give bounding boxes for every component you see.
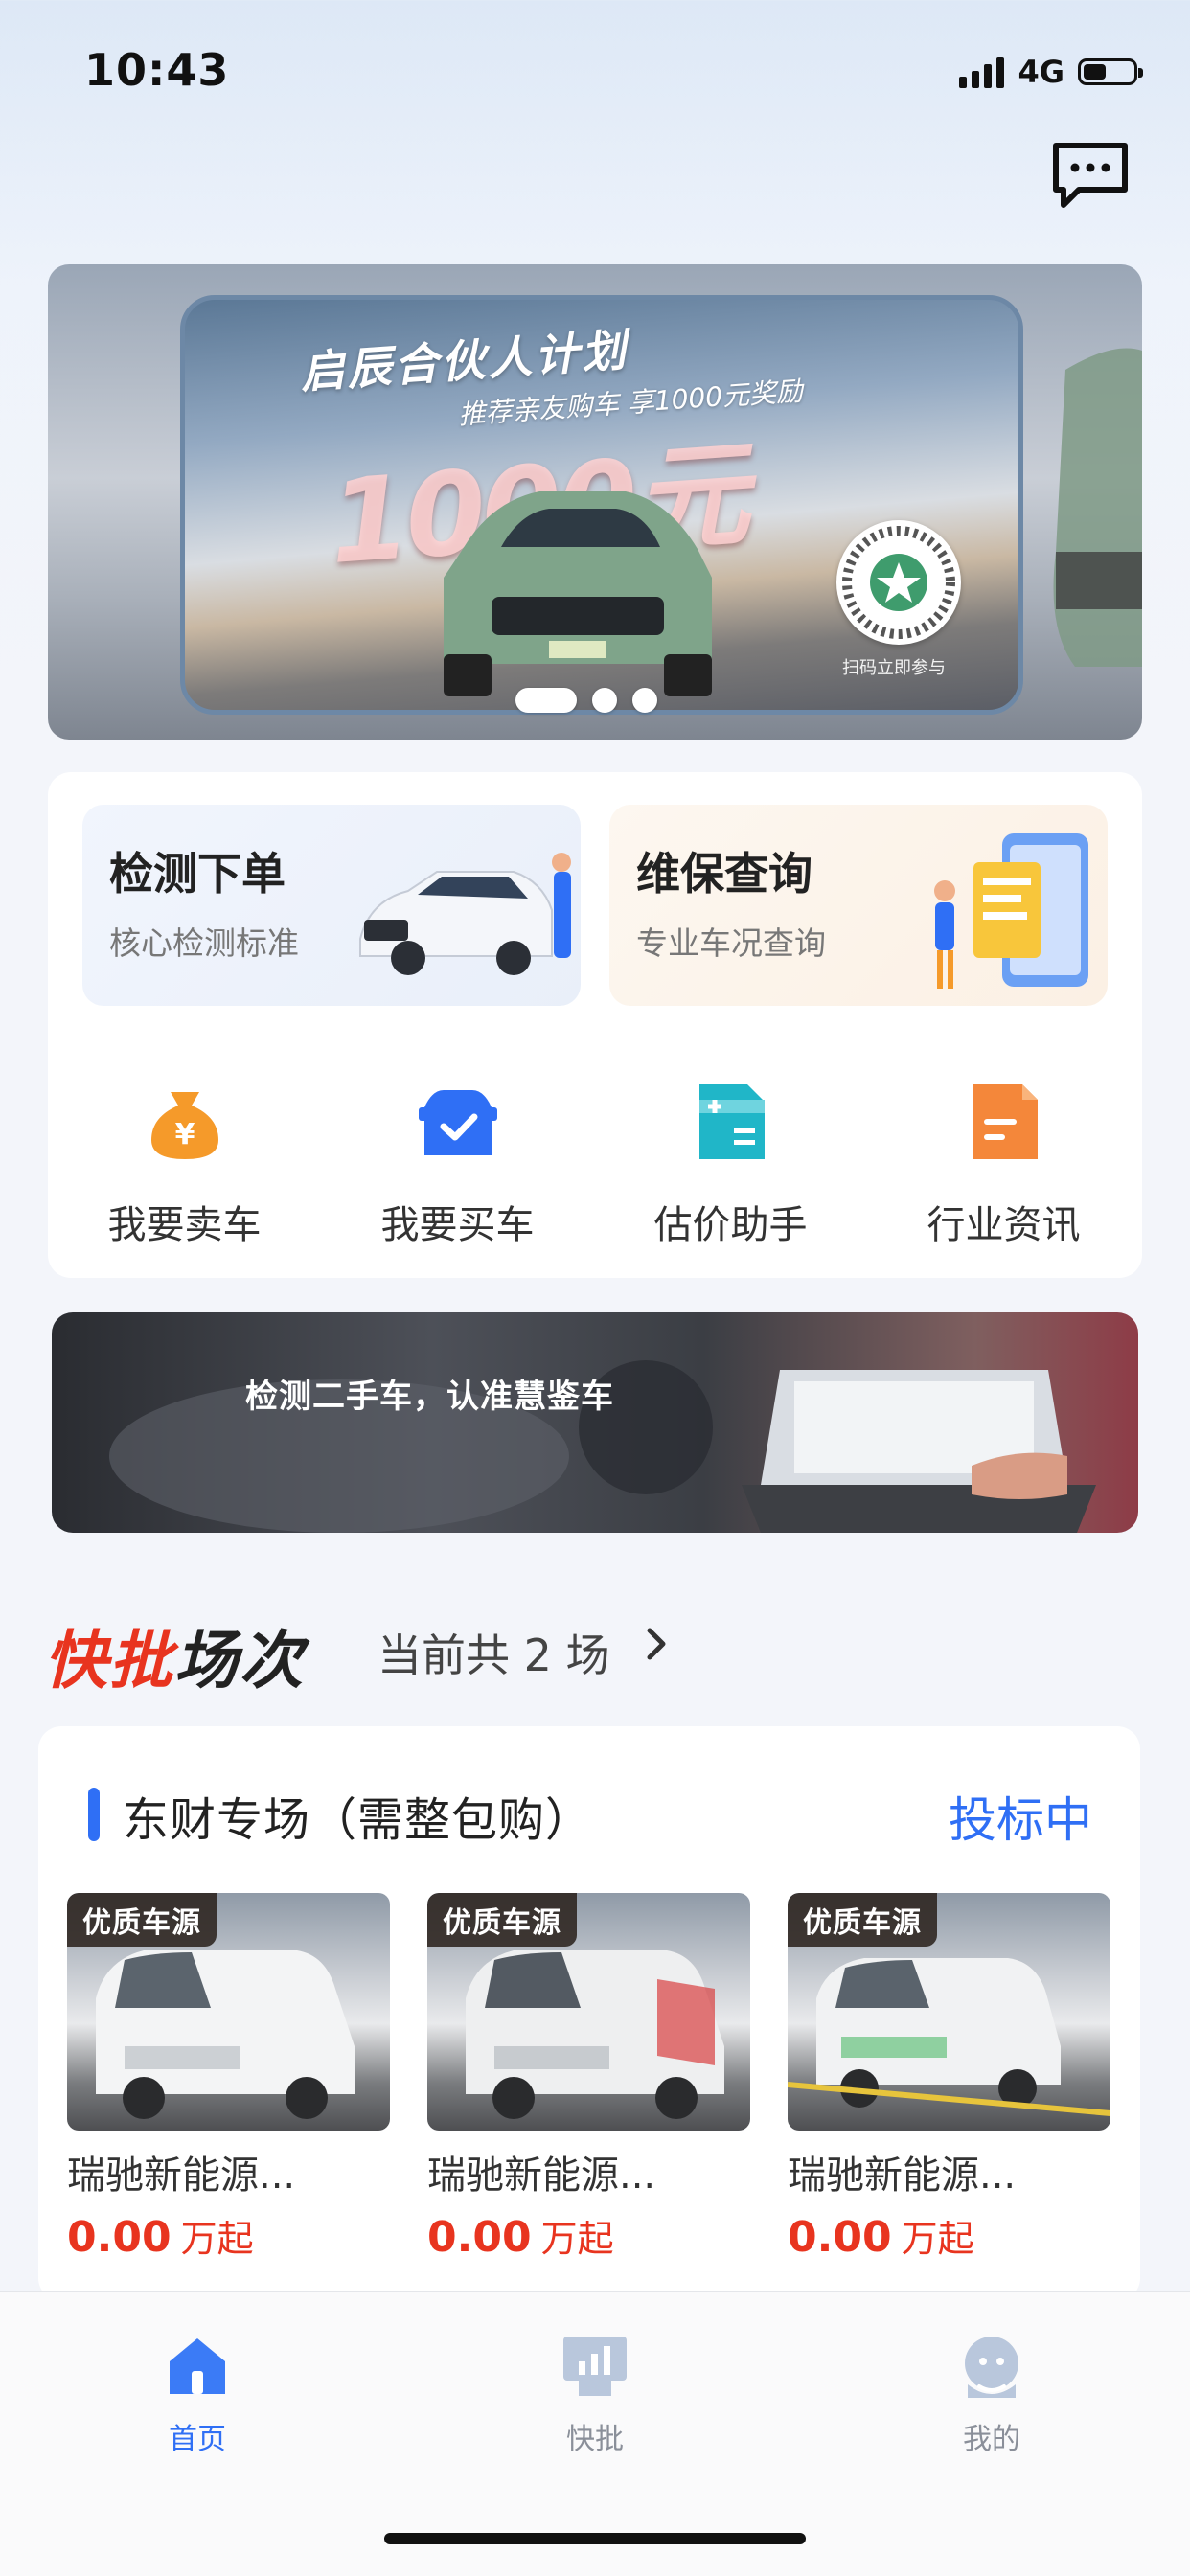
quality-badge: 优质车源 [427,1893,577,1947]
inspection-order-card[interactable]: 检测下单 核心检测标准 [82,805,581,1006]
quick-auction-title: 快批场次 [44,1609,305,1701]
qr-code-image [836,520,961,645]
quality-badge: 优质车源 [788,1893,937,1947]
tab-quick-auction[interactable]: 快批 [518,2331,672,2457]
home-icon [170,2338,225,2394]
tab-quick-auction-label: 快批 [566,2423,624,2456]
price-value: 0.00 [427,2213,532,2262]
banner-car-image [444,491,712,696]
message-button[interactable] [1050,140,1131,211]
inspection-order-title: 检测下单 [109,848,286,900]
engine-laptop-image [109,1360,1096,1533]
services-card: 检测下单 核心检测标准 维保查询 专业车况查询 ¥ 我要卖车 我要买车 估价助手… [48,772,1142,1278]
vehicle-image: 优质车源 [427,1893,750,2131]
vehicle-name: 瑞驰新能源... [788,2154,1017,2198]
suv-inspection-illustration [359,853,571,975]
vehicle-card[interactable]: 优质车源 瑞驰新能源... 0.00 万起 [788,1893,1110,2262]
section-accent-bar [88,1788,100,1841]
price-value: 0.00 [67,2213,172,2262]
tab-home-label: 首页 [169,2423,226,2456]
carousel-dot[interactable] [592,688,617,713]
sell-car-label: 我要卖车 [107,1203,262,1247]
vehicle-card[interactable]: 优质车源 瑞驰新能源... 0.00 万起 [427,1893,750,2262]
report-phone-illustration [934,833,1088,989]
valuation-helper-button[interactable]: 估价助手 [594,1079,867,1247]
tab-mine-label: 我的 [963,2423,1020,2456]
qr-label: 扫码立即参与 [842,658,946,678]
profile-icon [965,2337,1018,2398]
valuation-helper-label: 估价助手 [653,1203,808,1247]
auction-count-link[interactable]: 当前共 2 场 [378,1621,610,1684]
calculator-icon [698,1084,765,1159]
buy-car-label: 我要买车 [380,1203,535,1247]
news-icon [972,1084,1038,1159]
vehicle-name: 瑞驰新能源... [67,2154,296,2198]
inspection-promo-banner[interactable]: 检测二手车，认准慧鉴车 [52,1312,1138,1533]
vehicle-image: 优质车源 [788,1893,1110,2131]
promo-text: 检测二手车，认准慧鉴车 [245,1378,614,1416]
message-icon [1053,143,1128,208]
status-indicators: 4G [959,54,1143,90]
quick-auction-title-dark: 场次 [174,1624,305,1698]
banner-slide: 1000元 启辰合伙人计划 推荐亲友购车 享1000元奖励 扫码立即参与 [180,295,1023,715]
auction-session-title: 东财专场（需整包购） [123,1793,593,1847]
quality-badge: 优质车源 [67,1893,217,1947]
auction-chart-icon [563,2337,627,2396]
maintenance-query-title: 维保查询 [636,848,812,900]
status-time: 10:43 [84,44,230,96]
industry-news-button[interactable]: 行业资讯 [867,1079,1140,1247]
banner-side-car-image [1053,348,1142,667]
carousel-dot-active[interactable] [515,688,577,713]
maintenance-query-subtitle: 专业车况查询 [636,924,826,962]
quick-auction-title-red: 快批 [44,1624,174,1698]
tab-mine[interactable]: 我的 [915,2331,1068,2457]
auction-session-card[interactable]: 东财专场（需整包购） 投标中 优质车源 瑞驰新能源... 0.00 万起 优质车源 [38,1726,1140,2301]
chevron-right-icon[interactable] [644,1625,671,1663]
signal-icon [959,56,1005,88]
price-value: 0.00 [788,2213,892,2262]
carousel-dot[interactable] [632,688,657,713]
svg-text:¥: ¥ [174,1118,195,1151]
home-indicator [384,2533,806,2544]
buy-car-button[interactable]: 我要买车 [321,1079,594,1247]
battery-icon [1078,58,1143,85]
maintenance-query-card[interactable]: 维保查询 专业车况查询 [609,805,1108,1006]
price-unit: 万起 [901,2218,974,2260]
auction-status: 投标中 [949,1792,1092,1848]
car-check-icon [418,1090,497,1155]
vehicle-price: 0.00 万起 [67,2209,390,2262]
vehicle-price: 0.00 万起 [427,2209,750,2262]
promo-banner-carousel[interactable]: 1000元 启辰合伙人计划 推荐亲友购车 享1000元奖励 扫码立即参与 [48,264,1142,740]
vehicle-card[interactable]: 优质车源 瑞驰新能源... 0.00 万起 [67,1893,390,2262]
money-bag-icon: ¥ [150,1092,218,1159]
price-unit: 万起 [180,2218,254,2260]
vehicle-name: 瑞驰新能源... [427,2154,656,2198]
industry-news-label: 行业资讯 [927,1203,1081,1247]
tab-home[interactable]: 首页 [121,2331,274,2457]
network-type: 4G [1018,54,1064,90]
vehicle-price: 0.00 万起 [788,2209,1110,2262]
price-unit: 万起 [540,2218,614,2260]
inspection-order-subtitle: 核心检测标准 [109,924,299,962]
carousel-indicator[interactable] [515,688,657,713]
vehicle-image: 优质车源 [67,1893,390,2131]
sell-car-button[interactable]: ¥ 我要卖车 [48,1079,321,1247]
